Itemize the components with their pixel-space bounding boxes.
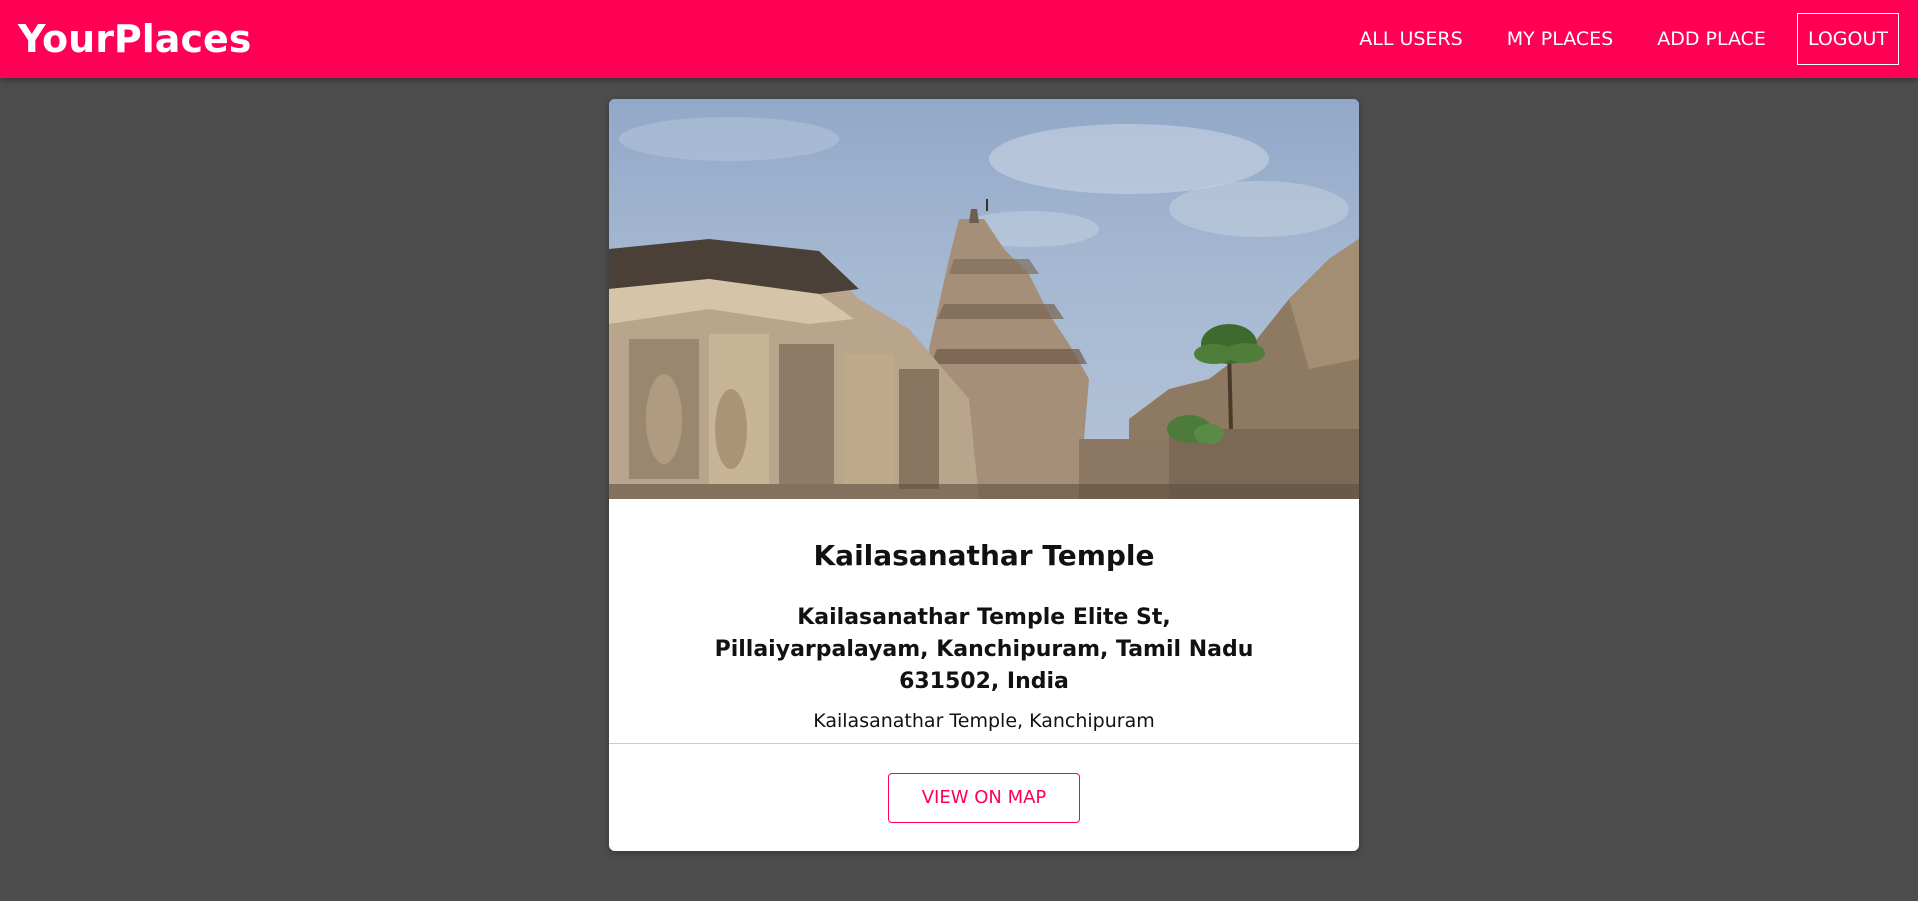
- main-navigation: ALL USERS MY PLACES ADD PLACE LOGOUT: [1326, 13, 1899, 65]
- app-logo-link[interactable]: YourPlaces: [18, 17, 251, 61]
- place-title: Kailasanathar Temple: [813, 539, 1155, 572]
- place-image: [609, 99, 1359, 499]
- view-on-map-button[interactable]: VIEW ON MAP: [888, 772, 1080, 823]
- temple-photo-illustration: [609, 117, 1359, 499]
- nav-add-place-link[interactable]: ADD PLACE: [1646, 13, 1777, 65]
- place-info: Kailasanathar Temple Kailasanathar Templ…: [609, 499, 1359, 743]
- place-address: Kailasanathar Temple Elite St, Pillaiyar…: [714, 605, 1254, 694]
- place-card: Kailasanathar Temple Kailasanathar Templ…: [609, 99, 1359, 851]
- nav-my-places-link[interactable]: MY PLACES: [1496, 13, 1625, 65]
- main-header: YourPlaces ALL USERS MY PLACES ADD PLACE…: [0, 0, 1918, 78]
- place-description: Kailasanathar Temple, Kanchipuram: [813, 710, 1155, 732]
- nav-all-users-link[interactable]: ALL USERS: [1348, 13, 1473, 65]
- logout-button[interactable]: LOGOUT: [1796, 13, 1899, 65]
- place-actions: VIEW ON MAP: [609, 744, 1359, 851]
